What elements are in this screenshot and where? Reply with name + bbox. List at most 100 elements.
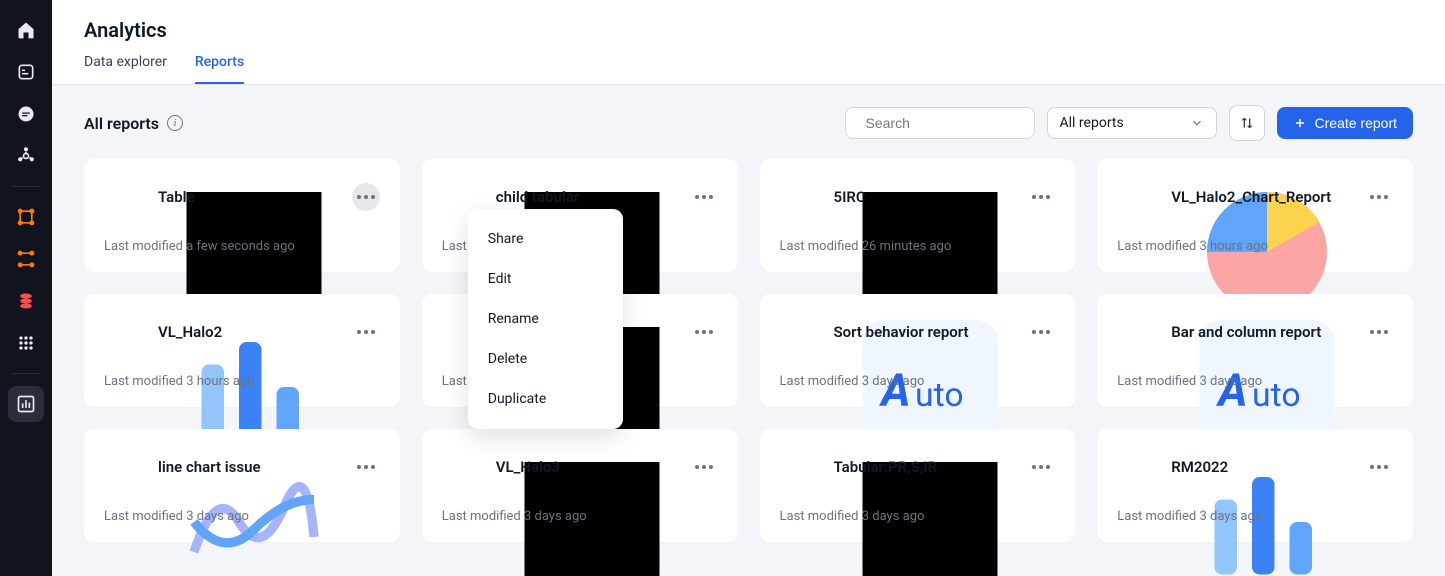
report-modified: Last modified 3 days ago	[1117, 509, 1393, 524]
report-card[interactable]: Table Last modified a few seconds ago	[84, 159, 400, 272]
toolbar: All reports i All reports Create report	[84, 105, 1413, 141]
create-report-label: Create report	[1315, 115, 1397, 131]
card-more-button[interactable]	[352, 183, 380, 211]
dots-icon	[357, 330, 375, 334]
report-card[interactable]: child tabular Last mo ShareEditRenameDel…	[422, 159, 738, 272]
nav-model-1[interactable]	[8, 199, 44, 235]
report-card[interactable]: Tabular:PR,S,IR Last modified 3 days ago	[760, 429, 1076, 542]
report-type-icon	[104, 312, 144, 352]
report-card[interactable]: line chart issue Last modified 3 days ag…	[84, 429, 400, 542]
report-name: Bar and column report	[1171, 323, 1351, 341]
nav-cards[interactable]	[8, 54, 44, 90]
tab-data-explorer[interactable]: Data explorer	[84, 54, 167, 84]
report-type-icon	[780, 177, 820, 217]
report-card[interactable]: RM2022 Last modified 3 days ago	[1097, 429, 1413, 542]
context-menu: ShareEditRenameDeleteDuplicate	[468, 209, 623, 429]
context-item-share[interactable]: Share	[468, 219, 623, 259]
report-modified: Last modified 3 hours ago	[1117, 239, 1393, 254]
report-name: Tabular:PR,S,IR	[834, 458, 1014, 476]
context-item-rename[interactable]: Rename	[468, 299, 623, 339]
dots-icon	[1370, 330, 1388, 334]
report-name: VL_Halo3	[496, 458, 676, 476]
report-name: VL_Halo2	[158, 323, 338, 341]
report-type-icon	[1117, 447, 1157, 487]
tabs: Data explorer Reports	[84, 54, 1413, 84]
nav-analytics[interactable]	[8, 386, 44, 422]
sidebar-divider-2	[12, 373, 40, 374]
report-name: Table	[158, 188, 338, 206]
report-name: 5IRC	[834, 188, 1014, 206]
dots-icon	[695, 465, 713, 469]
search-input[interactable]	[866, 115, 1047, 131]
card-more-button[interactable]	[1365, 183, 1393, 211]
app-sidebar	[0, 0, 52, 576]
context-item-delete[interactable]: Delete	[468, 339, 623, 379]
report-type-icon	[780, 312, 820, 352]
create-report-button[interactable]: Create report	[1277, 107, 1413, 139]
nav-chat[interactable]	[8, 96, 44, 132]
card-more-button[interactable]	[1365, 318, 1393, 346]
reports-grid: Table Last modified a few seconds ago ch…	[84, 159, 1413, 542]
dots-icon	[1032, 195, 1050, 199]
report-name: child tabular	[496, 188, 676, 206]
page-body: All reports i All reports Create report	[52, 85, 1445, 576]
report-modified: Last modified 3 days ago	[442, 509, 718, 524]
tab-reports[interactable]: Reports	[195, 54, 244, 84]
report-type-icon	[104, 177, 144, 217]
report-card[interactable]: VL_Halo2_Chart_Report Last modified 3 ho…	[1097, 159, 1413, 272]
nav-model-2[interactable]	[8, 241, 44, 277]
card-more-button[interactable]	[690, 453, 718, 481]
report-card[interactable]: VL_Halo2 Last modified 3 hours ago	[84, 294, 400, 407]
report-name: Sort behavior report	[834, 323, 1014, 341]
report-type-icon	[780, 447, 820, 487]
sort-icon	[1239, 115, 1255, 131]
report-type-icon	[1117, 312, 1157, 352]
info-icon[interactable]: i	[167, 115, 183, 131]
card-more-button[interactable]	[352, 318, 380, 346]
report-modified: Last modified 3 days ago	[780, 374, 1056, 389]
nav-database[interactable]	[8, 283, 44, 319]
search-input-wrapper[interactable]	[845, 107, 1035, 139]
page-title: Analytics	[84, 18, 1413, 42]
filter-selected: All reports	[1060, 115, 1124, 131]
context-item-edit[interactable]: Edit	[468, 259, 623, 299]
plus-icon	[1293, 116, 1307, 130]
report-type-icon	[1117, 177, 1157, 217]
report-type-icon	[104, 447, 144, 487]
report-card[interactable]: Sort behavior report Last modified 3 day…	[760, 294, 1076, 407]
report-card[interactable]: Bar and column report Last modified 3 da…	[1097, 294, 1413, 407]
card-more-button[interactable]	[352, 453, 380, 481]
report-name: RM2022	[1171, 458, 1351, 476]
report-card[interactable]: VL_Halo3 Last modified 3 days ago	[422, 429, 738, 542]
filter-dropdown[interactable]: All reports	[1047, 107, 1217, 139]
report-modified: Last modified 26 minutes ago	[780, 239, 1056, 254]
context-item-duplicate[interactable]: Duplicate	[468, 379, 623, 419]
dots-icon	[1370, 465, 1388, 469]
nav-home[interactable]	[8, 12, 44, 48]
report-name: line chart issue	[158, 458, 338, 476]
report-type-icon	[442, 447, 482, 487]
report-modified: Last modified a few seconds ago	[104, 239, 380, 254]
report-card[interactable]: 5IRC Last modified 26 minutes ago	[760, 159, 1076, 272]
sidebar-divider	[12, 186, 40, 187]
nav-users[interactable]	[8, 138, 44, 174]
card-more-button[interactable]	[690, 318, 718, 346]
main-content: Analytics Data explorer Reports All repo…	[52, 0, 1445, 576]
nav-apps[interactable]	[8, 325, 44, 361]
report-modified: Last modified 3 days ago	[1117, 374, 1393, 389]
report-name: VL_Halo2_Chart_Report	[1171, 188, 1351, 206]
dots-icon	[695, 330, 713, 334]
report-modified: Last modified 3 days ago	[780, 509, 1056, 524]
dots-icon	[357, 195, 375, 199]
dots-icon	[1032, 465, 1050, 469]
dots-icon	[357, 465, 375, 469]
chevron-down-icon	[1190, 116, 1204, 130]
card-more-button[interactable]	[1365, 453, 1393, 481]
page-header: Analytics Data explorer Reports	[52, 0, 1445, 85]
card-more-button[interactable]	[690, 183, 718, 211]
report-modified: Last modified 3 days ago	[104, 509, 380, 524]
dots-icon	[695, 195, 713, 199]
sort-button[interactable]	[1229, 105, 1265, 141]
dots-icon	[1370, 195, 1388, 199]
dots-icon	[1032, 330, 1050, 334]
